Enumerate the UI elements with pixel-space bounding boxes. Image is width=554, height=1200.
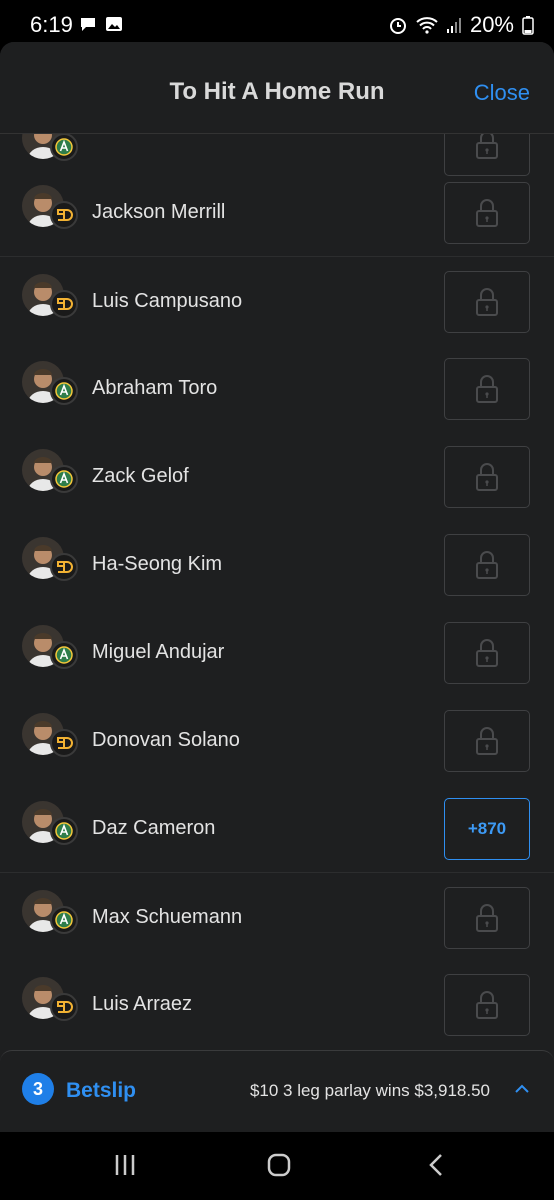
player-name: Luis Campusano	[92, 290, 243, 312]
locked-odds-button[interactable]	[444, 887, 530, 949]
player-name: Zack Gelof	[92, 465, 189, 487]
parlay-summary: $10 3 leg parlay wins $3,918.50	[249, 1081, 490, 1100]
back-icon[interactable]	[424, 1152, 450, 1178]
bottom-sheet: Jackson Merrill Luis Campusano Abraham Tor…	[0, 42, 554, 1132]
player-avatar-group	[22, 713, 78, 769]
page-title: To Hit A Home Run	[169, 78, 385, 105]
locked-odds-button[interactable]	[444, 974, 530, 1036]
player-avatar-group	[22, 185, 78, 241]
locked-odds-button[interactable]	[444, 271, 530, 333]
android-nav-bar	[0, 1132, 554, 1200]
signal-icon	[446, 18, 461, 33]
recent-apps-icon[interactable]	[112, 1152, 138, 1178]
chat-icon	[81, 18, 95, 31]
player-name: Abraham Toro	[92, 377, 218, 399]
player-name: Ha-Seong Kim	[92, 553, 223, 575]
sheet-header: To Hit A Home Run Close	[0, 42, 554, 134]
player-row: Luis Arraez	[0, 960, 554, 1048]
chevron-up-icon[interactable]	[512, 1079, 532, 1099]
player-avatar-group	[22, 361, 78, 417]
alarm-icon	[389, 18, 406, 34]
locked-odds-button[interactable]	[444, 534, 530, 596]
lock-icon	[476, 463, 498, 491]
player-row: Max Schuemann	[0, 872, 554, 960]
player-avatar-group	[22, 537, 78, 593]
player-name: Max Schuemann	[92, 906, 243, 928]
battery-icon	[522, 16, 534, 35]
locked-odds-button[interactable]	[444, 446, 530, 508]
player-row: Jackson Merrill	[0, 168, 554, 256]
player-row: Zack Gelof	[0, 432, 554, 520]
player-avatar-group	[22, 890, 78, 946]
status-bar: 6:19 20%	[0, 0, 554, 48]
athletics-logo-icon	[50, 641, 78, 669]
locked-odds-button[interactable]	[444, 182, 530, 244]
lock-icon	[476, 991, 498, 1019]
status-time: 6:19	[30, 12, 73, 37]
player-row: Daz Cameron +870	[0, 784, 554, 872]
battery-percent: 20%	[469, 12, 514, 37]
odds-button[interactable]: +870	[444, 798, 530, 860]
player-name: Jackson Merrill	[92, 201, 226, 223]
home-icon[interactable]	[266, 1152, 292, 1178]
lock-icon	[476, 199, 498, 227]
padres-logo-icon	[50, 729, 78, 757]
lock-icon	[476, 639, 498, 667]
padres-logo-icon	[50, 201, 78, 229]
betslip-label: Betslip	[66, 1079, 137, 1102]
lock-icon	[476, 727, 498, 755]
player-avatar-group	[22, 801, 78, 857]
player-row: Miguel Andujar	[0, 608, 554, 696]
player-row: Ha-Seong Kim	[0, 520, 554, 608]
athletics-logo-icon	[50, 377, 78, 405]
player-avatar-group	[22, 274, 78, 330]
athletics-logo-icon	[50, 817, 78, 845]
lock-icon	[476, 551, 498, 579]
athletics-logo-icon	[50, 133, 78, 161]
locked-odds-button[interactable]	[444, 358, 530, 420]
padres-logo-icon	[50, 290, 78, 318]
locked-odds-button[interactable]	[444, 710, 530, 772]
padres-logo-icon	[50, 553, 78, 581]
lock-icon	[476, 288, 498, 316]
betslip-bar[interactable]: 3 Betslip $10 3 leg parlay wins $3,918.5…	[0, 1050, 554, 1132]
wifi-icon	[416, 17, 438, 34]
lock-icon	[476, 375, 498, 403]
player-avatar-group	[22, 625, 78, 681]
player-row: Abraham Toro	[0, 344, 554, 432]
padres-logo-icon	[50, 993, 78, 1021]
lock-icon	[476, 904, 498, 932]
player-row: Donovan Solano	[0, 696, 554, 784]
player-name: Miguel Andujar	[92, 641, 225, 663]
locked-odds-button[interactable]	[444, 622, 530, 684]
image-icon	[106, 17, 122, 31]
odds-value: +870	[467, 819, 507, 838]
player-name: Donovan Solano	[92, 729, 240, 751]
athletics-logo-icon	[50, 465, 78, 493]
betslip-count-badge: 3	[22, 1073, 54, 1105]
player-row: Luis Campusano	[0, 256, 554, 344]
player-name: Luis Arraez	[92, 993, 193, 1015]
athletics-logo-icon	[50, 906, 78, 934]
player-avatar-group	[22, 449, 78, 505]
player-avatar-group	[22, 977, 78, 1033]
close-button[interactable]: Close	[474, 80, 530, 106]
player-name: Daz Cameron	[92, 817, 216, 839]
